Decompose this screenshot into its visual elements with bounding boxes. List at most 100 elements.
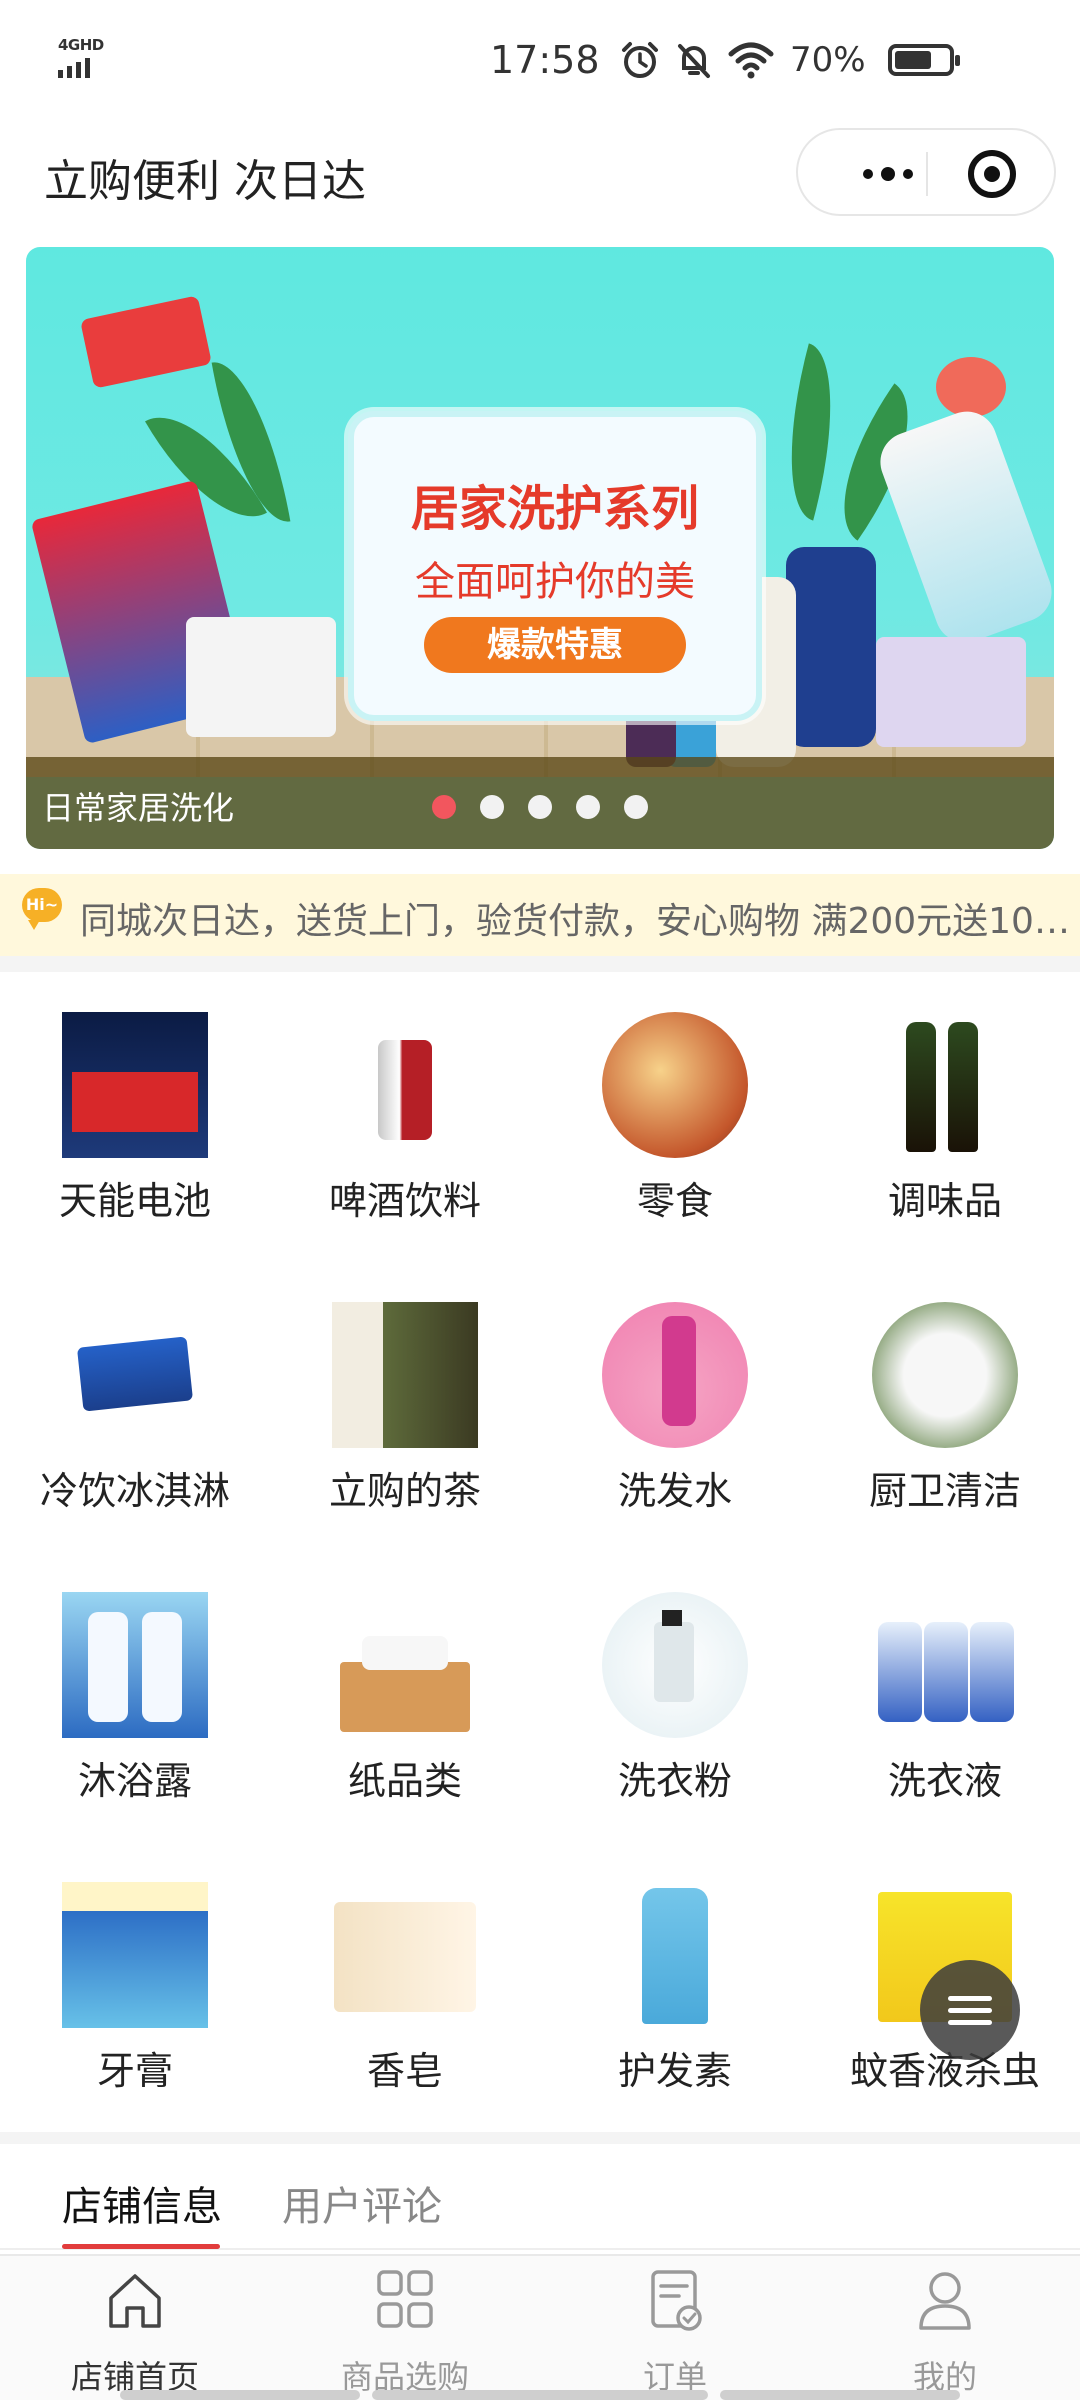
sauce-bottle-thumbnail: [872, 1012, 1018, 1158]
laundry-liquid-thumbnail: [872, 1592, 1018, 1738]
category-item[interactable]: 洗衣液: [810, 1580, 1080, 1830]
soap-box-image: [876, 637, 1026, 747]
toothpaste-thumbnail: [62, 1882, 208, 2028]
more-dots-icon[interactable]: [838, 160, 938, 188]
category-item[interactable]: 纸品类: [270, 1580, 540, 1830]
promo-banner[interactable]: 居家洗护系列 全面呵护你的美 爆款特惠 日常家居洗化: [26, 247, 1054, 849]
home-icon: [109, 2274, 161, 2328]
category-item[interactable]: 牙膏: [0, 1870, 270, 2120]
floating-menu-button[interactable]: [920, 1960, 1020, 2060]
category-label: 啤酒饮料: [328, 1179, 481, 1223]
pagination-dot[interactable]: [528, 795, 552, 819]
pagination-dot[interactable]: [576, 795, 600, 819]
grid-icon: [377, 2270, 433, 2328]
snacks-thumbnail: [602, 1012, 748, 1158]
banner-title-card: 居家洗护系列 全面呵护你的美 爆款特惠: [348, 411, 762, 721]
capsule-divider: [926, 152, 928, 196]
status-icons: 70%: [620, 38, 960, 82]
conditioner-thumbnail: [602, 1882, 748, 2028]
nav-profile[interactable]: 我的: [810, 2268, 1080, 2402]
battery-thumbnail: [62, 1012, 208, 1158]
nav-orders[interactable]: 订单: [540, 2268, 810, 2402]
target-close-icon[interactable]: [968, 150, 1016, 198]
category-item[interactable]: 洗衣粉: [540, 1580, 810, 1830]
category-item[interactable]: 护发素: [540, 1870, 810, 2120]
product-pack-image: [186, 617, 336, 737]
nav-products[interactable]: 商品选购: [270, 2268, 540, 2402]
tissue-thumbnail: [332, 1592, 478, 1738]
banner-subtitle: 全面呵护你的美: [415, 559, 695, 605]
product-pack-image: [80, 295, 212, 389]
shampoo-thumbnail: [602, 1302, 748, 1448]
detergent-powder-thumbnail: [602, 1592, 748, 1738]
bottom-nav: 店铺首页 商品选购 订单 我的: [0, 2254, 1080, 2400]
category-label: 厨卫清洁: [868, 1469, 1021, 1513]
status-bar: 4GHD 17:58 70%: [0, 0, 1080, 125]
category-label: 香皂: [366, 2049, 443, 2093]
mute-bell-icon: [678, 44, 710, 78]
notice-bar[interactable]: Hi~ 同城次日达，送货上门，验货付款，安心购物 满200元送100...: [0, 874, 1080, 956]
nav-home[interactable]: 店铺首页: [0, 2268, 270, 2402]
leaf-decoration: [764, 343, 858, 521]
category-item[interactable]: 啤酒饮料: [270, 1000, 540, 1250]
pagination-dot[interactable]: [432, 795, 456, 819]
category-item[interactable]: 沐浴露: [0, 1580, 270, 1830]
icecream-thumbnail: [62, 1302, 208, 1448]
alarm-icon: [622, 42, 658, 78]
soap-thumbnail: [332, 1882, 478, 2028]
category-label: 天能电池: [58, 1179, 211, 1223]
softener-bottle-image: [871, 403, 1054, 651]
mini-program-capsule: [796, 128, 1056, 216]
notice-text: 同城次日达，送货上门，验货付款，安心购物 满200元送100...: [80, 901, 1070, 942]
shampoo-bottle-image: [786, 547, 876, 747]
pagination-dot[interactable]: [480, 795, 504, 819]
category-label: 洗发水: [617, 1469, 732, 1513]
battery-percent: 70%: [790, 40, 866, 80]
category-label: 洗衣液: [887, 1759, 1002, 1803]
battery-icon: [887, 44, 960, 76]
category-label: 立购的茶: [328, 1469, 481, 1513]
category-label: 护发素: [617, 2049, 732, 2093]
user-icon: [919, 2272, 971, 2330]
category-label: 牙膏: [96, 2049, 173, 2093]
tab-store-info[interactable]: 店铺信息: [62, 2174, 222, 2232]
banner-cta-button[interactable]: 爆款特惠: [424, 617, 686, 673]
page-title: 立购便利 次日达: [44, 156, 366, 207]
section-divider: [0, 2132, 1080, 2144]
banner-caption: 日常家居洗化: [42, 789, 235, 827]
gesture-bar: [720, 2390, 960, 2400]
category-label: 冷饮冰淇淋: [39, 1469, 230, 1513]
category-label: 洗衣粉: [617, 1759, 732, 1803]
network-indicator: 4GHD: [58, 36, 108, 80]
category-item[interactable]: 立购的茶: [270, 1290, 540, 1540]
category-label: 调味品: [887, 1179, 1002, 1223]
category-item[interactable]: 洗发水: [540, 1290, 810, 1540]
active-tab-indicator: [62, 2244, 220, 2249]
cleaner-thumbnail: [872, 1302, 1018, 1448]
category-item[interactable]: 厨卫清洁: [810, 1290, 1080, 1540]
info-tabs: 店铺信息 用户评论: [0, 2146, 1080, 2250]
signal-icon: [58, 58, 90, 78]
category-label: 纸品类: [347, 1759, 462, 1803]
category-label: 零食: [636, 1179, 713, 1223]
tea-thumbnail: [332, 1302, 478, 1448]
gesture-bar: [372, 2390, 708, 2400]
section-divider: [0, 956, 1080, 972]
category-item[interactable]: 零食: [540, 1000, 810, 1250]
category-item[interactable]: 香皂: [270, 1870, 540, 2120]
bodywash-thumbnail: [62, 1592, 208, 1738]
banner-pagination: [432, 795, 648, 819]
notice-hi-icon: Hi~: [22, 888, 62, 930]
category-item[interactable]: 冷饮冰淇淋: [0, 1290, 270, 1540]
tab-reviews[interactable]: 用户评论: [282, 2174, 442, 2232]
banner-title: 居家洗护系列: [410, 481, 699, 537]
pagination-dot[interactable]: [624, 795, 648, 819]
category-label: 沐浴露: [77, 1759, 192, 1803]
category-item[interactable]: 调味品: [810, 1000, 1080, 1250]
bottle-cap-image: [936, 357, 1006, 417]
category-item[interactable]: 天能电池: [0, 1000, 270, 1250]
wifi-icon: [728, 42, 774, 79]
network-label: 4GHD: [58, 36, 104, 54]
clock: 17:58: [490, 38, 600, 82]
gesture-bar: [120, 2390, 360, 2400]
